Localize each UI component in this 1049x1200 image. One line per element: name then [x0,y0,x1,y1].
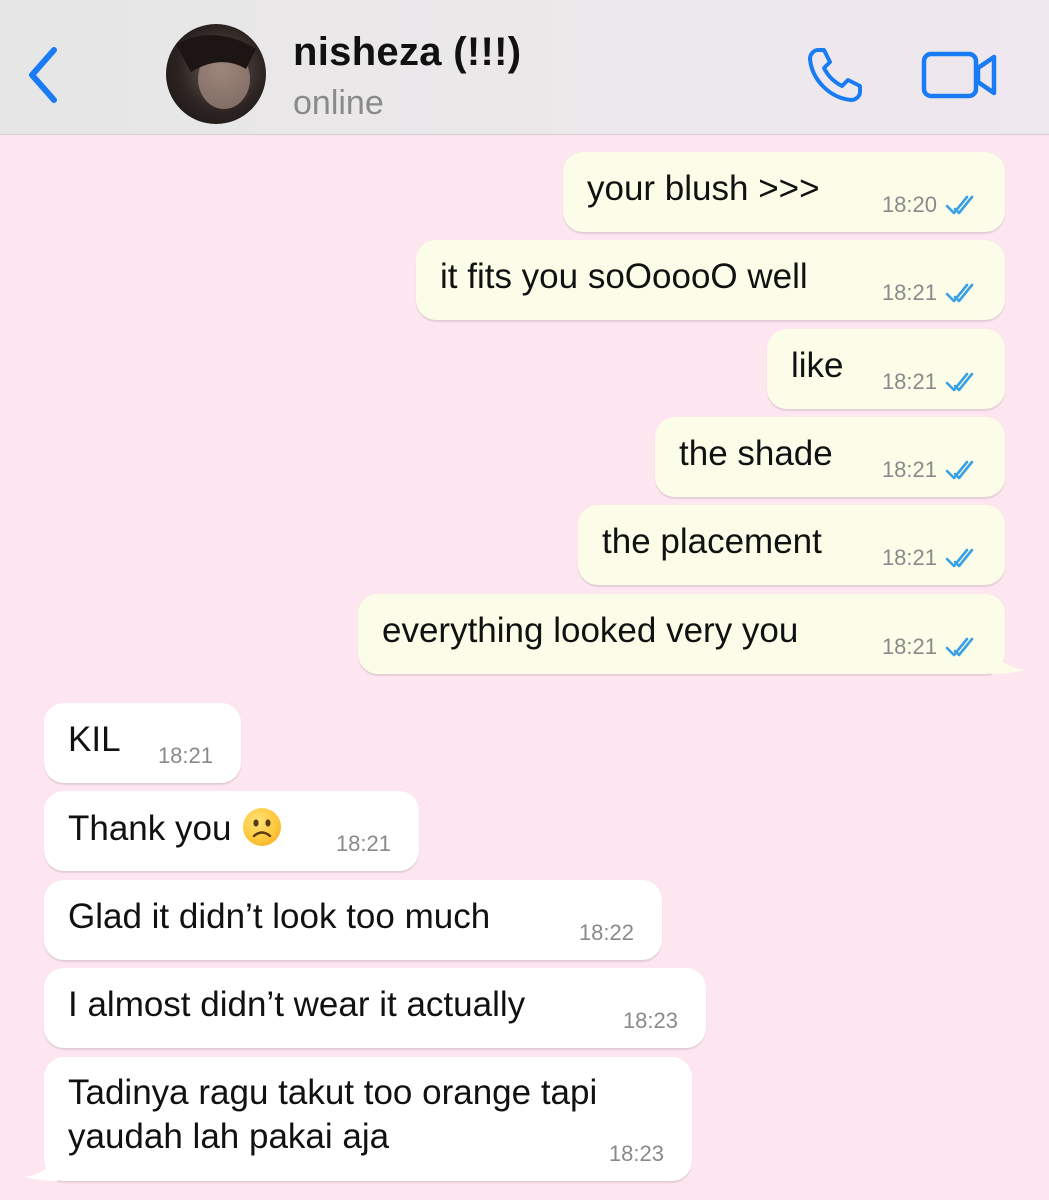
message-bubble-incoming[interactable]: KIL 18:21 [44,703,241,783]
bubble-tail [991,644,1025,674]
contact-avatar[interactable] [166,24,266,124]
message-time: 18:23 [608,1141,664,1166]
message-bubble-incoming[interactable]: I almost didn’t wear it actually 18:23 [44,968,706,1048]
read-ticks-icon [945,195,974,215]
message-bubble-outgoing[interactable]: everything looked very you 18:21 [358,594,1025,674]
message-text: it fits you soOoooO well [440,257,808,296]
message-text: KIL [68,720,121,759]
message-text-line-1: Tadinya ragu takut too orange tapi [68,1073,598,1112]
message-time: 18:21 [335,831,391,856]
message-bubble-incoming[interactable]: Glad it didn’t look too much 18:22 [44,880,662,960]
message-time: 18:21 [881,545,937,570]
message-bubble-incoming[interactable]: Thank you 18:21 [44,791,419,871]
message-text: Glad it didn’t look too much [68,897,491,936]
message-text-content: Thank you [68,809,232,848]
frowning-face-emoji [243,808,282,846]
message-text: like [791,346,844,385]
message-text: everything looked very you [382,611,799,650]
avatar-photo [176,35,256,109]
message-time: 18:21 [881,457,937,482]
chat-header: nisheza (!!!) online [0,0,1049,135]
read-ticks-icon [945,283,974,303]
contact-name[interactable]: nisheza (!!!) [293,30,521,75]
message-bubble-outgoing[interactable]: it fits you soOoooO well 18:21 [416,240,1005,320]
message-bubble-incoming[interactable]: Tadinya ragu takut too orange tapi yauda… [24,1057,692,1181]
message-time: 18:21 [881,369,937,394]
message-time: 18:20 [881,192,937,217]
message-bubble-outgoing[interactable]: your blush >>> 18:20 [563,152,1005,232]
message-bubble-outgoing[interactable]: like 18:21 [767,329,1005,409]
chevron-left-icon [29,47,57,103]
message-time: 18:21 [881,280,937,305]
contact-status: online [293,84,384,122]
message-bubble-outgoing[interactable]: the placement 18:21 [578,505,1005,585]
read-ticks-icon [945,548,974,568]
message-text: your blush >>> [587,169,820,208]
message-time: 18:22 [578,920,634,945]
read-ticks-icon [945,460,974,480]
message-text-line-2: yaudah lah pakai aja [68,1117,390,1156]
message-time: 18:21 [157,743,213,768]
voice-call-button[interactable] [804,42,868,106]
message-text: the placement [602,522,822,561]
read-ticks-icon [945,372,974,392]
message-text: Thank you [68,808,282,849]
message-text: the shade [679,434,833,473]
video-call-button[interactable] [920,48,1000,102]
back-button[interactable] [22,44,66,106]
message-time: 18:23 [622,1008,678,1033]
read-ticks-icon [945,637,974,657]
message-text: I almost didn’t wear it actually [68,985,526,1024]
message-bubble-outgoing[interactable]: the shade 18:21 [655,417,1005,497]
message-time: 18:21 [881,634,937,659]
video-camera-icon [921,51,997,99]
bubble-tail [24,1151,58,1181]
phone-icon [808,48,862,102]
